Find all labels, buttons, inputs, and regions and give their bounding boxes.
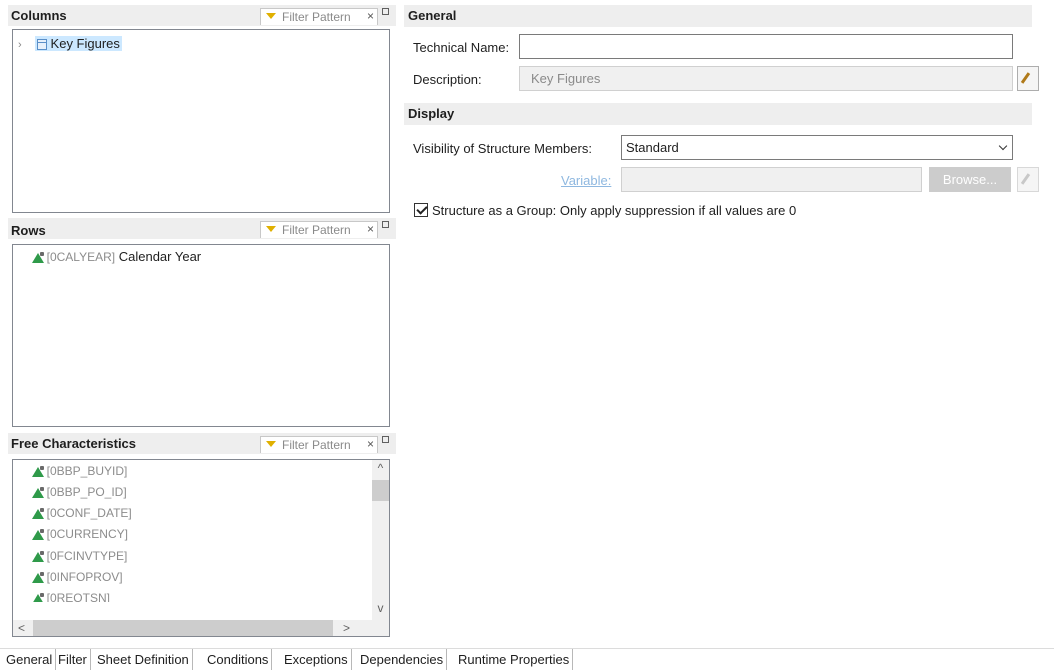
- list-item[interactable]: [0REQTSN]: [32, 588, 110, 602]
- characteristic-icon: [32, 466, 44, 478]
- free-filter-placeholder: Filter Pattern: [282, 438, 351, 452]
- rows-tree[interactable]: [0CALYEAR] Calendar Year: [12, 244, 390, 427]
- pencil-icon: [1020, 173, 1031, 185]
- structure-label-wrap: Key Figures: [34, 36, 122, 51]
- edit-description-button[interactable]: [1017, 66, 1039, 91]
- columns-filter-placeholder: Filter Pattern: [282, 10, 351, 24]
- maximize-icon[interactable]: [382, 221, 389, 228]
- rows-filter-placeholder: Filter Pattern: [282, 223, 351, 237]
- list-item[interactable]: [0CURRENCY]: [32, 524, 128, 544]
- structure-group-label[interactable]: Structure as a Group: Only apply suppres…: [432, 203, 796, 218]
- rows-header: Rows Filter Pattern ×: [8, 218, 396, 239]
- tree-item-calendar-year[interactable]: [0CALYEAR] Calendar Year: [32, 247, 201, 267]
- columns-filter-input[interactable]: Filter Pattern ×: [260, 8, 378, 25]
- list-item-code: [0FCINVTYPE]: [46, 549, 128, 563]
- characteristic-icon: [32, 593, 44, 602]
- chevron-down-icon: [998, 141, 1008, 151]
- bottom-tab-bar: General Filter Sheet Definition Conditio…: [0, 648, 1054, 670]
- description-field: Key Figures: [519, 66, 1013, 91]
- maximize-icon[interactable]: [382, 8, 389, 15]
- tab-runtime-properties[interactable]: Runtime Properties: [455, 649, 574, 670]
- funnel-icon: [266, 226, 276, 232]
- description-label: Description:: [413, 72, 482, 87]
- free-filter-input[interactable]: Filter Pattern ×: [260, 436, 378, 453]
- list-item-code: [0REQTSN]: [46, 591, 110, 602]
- variable-input: [621, 167, 922, 192]
- free-tree[interactable]: [0BBP_BUYID] [0BBP_PO_ID] [0CONF_DATE] […: [12, 459, 390, 637]
- general-title: General: [408, 8, 457, 23]
- funnel-icon: [266, 13, 276, 19]
- list-item[interactable]: [0INFOPROV]: [32, 567, 123, 587]
- pencil-icon: [1020, 72, 1031, 84]
- tree-item-code: [0CALYEAR]: [46, 250, 116, 264]
- columns-tree[interactable]: › Key Figures: [12, 29, 390, 213]
- columns-panel: Columns Filter Pattern × › Key Figures: [8, 5, 396, 213]
- characteristic-icon: [32, 572, 44, 584]
- tab-filter[interactable]: Filter: [55, 649, 91, 670]
- vertical-scrollbar[interactable]: ^ v: [372, 460, 389, 620]
- columns-header: Columns Filter Pattern ×: [8, 5, 396, 26]
- tab-conditions[interactable]: Conditions: [204, 649, 273, 670]
- tab-general[interactable]: General: [3, 649, 57, 670]
- tree-item-label: Key Figures: [50, 36, 120, 51]
- free-title: Free Characteristics: [11, 436, 137, 451]
- tree-item-key-figures[interactable]: › Key Figures: [18, 34, 122, 54]
- free-header: Free Characteristics Filter Pattern ×: [8, 433, 396, 454]
- list-item[interactable]: [0CONF_DATE]: [32, 503, 132, 523]
- edit-variable-button: [1017, 167, 1039, 192]
- columns-title: Columns: [11, 8, 67, 23]
- variable-link[interactable]: Variable:: [561, 173, 611, 188]
- tab-exceptions[interactable]: Exceptions: [281, 649, 352, 670]
- visibility-select[interactable]: Standard: [621, 135, 1013, 160]
- rows-filter-input[interactable]: Filter Pattern ×: [260, 221, 378, 238]
- visibility-selected-value: Standard: [626, 140, 679, 155]
- rows-title: Rows: [11, 223, 46, 238]
- scroll-up-icon[interactable]: ^: [372, 460, 389, 477]
- browse-button: Browse...: [929, 167, 1011, 192]
- display-section-header: Display: [404, 103, 1032, 125]
- tab-dependencies[interactable]: Dependencies: [357, 649, 448, 670]
- chevron-right-icon[interactable]: ›: [18, 39, 22, 51]
- list-item[interactable]: [0BBP_BUYID]: [32, 461, 127, 481]
- characteristic-icon: [32, 508, 44, 520]
- scrollbar-thumb[interactable]: [372, 480, 389, 501]
- rows-panel: Rows Filter Pattern × [0CALYEAR] Calenda…: [8, 218, 396, 428]
- list-item-code: [0INFOPROV]: [46, 570, 123, 584]
- list-item-code: [0BBP_PO_ID]: [46, 485, 127, 499]
- description-value: Key Figures: [531, 71, 601, 86]
- list-item[interactable]: [0FCINVTYPE]: [32, 546, 127, 566]
- scroll-down-icon[interactable]: v: [372, 600, 389, 617]
- general-section-header: General: [404, 5, 1032, 27]
- funnel-icon: [266, 441, 276, 447]
- structure-group-checkbox[interactable]: [414, 203, 428, 217]
- characteristic-icon: [32, 551, 44, 563]
- characteristic-icon: [32, 529, 44, 541]
- display-title: Display: [408, 106, 455, 121]
- list-item[interactable]: [0BBP_PO_ID]: [32, 482, 127, 502]
- list-item-code: [0CONF_DATE]: [46, 506, 132, 520]
- scroll-left-icon[interactable]: <: [13, 620, 30, 636]
- close-icon[interactable]: ×: [367, 9, 374, 23]
- tab-sheet-definition[interactable]: Sheet Definition: [94, 649, 193, 670]
- scrollbar-thumb[interactable]: [33, 620, 333, 636]
- free-characteristics-panel: Free Characteristics Filter Pattern × [0…: [8, 433, 396, 639]
- tree-item-label: Calendar Year: [118, 249, 202, 264]
- close-icon[interactable]: ×: [367, 222, 374, 236]
- visibility-label: Visibility of Structure Members:: [413, 141, 592, 156]
- maximize-icon[interactable]: [382, 436, 389, 443]
- close-icon[interactable]: ×: [367, 437, 374, 451]
- technical-name-label: Technical Name:: [413, 40, 510, 55]
- horizontal-scrollbar[interactable]: < >: [13, 620, 389, 636]
- characteristic-icon: [32, 252, 44, 264]
- technical-name-input[interactable]: [519, 34, 1013, 59]
- scroll-right-icon[interactable]: >: [338, 620, 355, 636]
- characteristic-icon: [32, 487, 44, 499]
- structure-icon: [36, 39, 47, 51]
- list-item-code: [0CURRENCY]: [46, 527, 128, 541]
- list-item-code: [0BBP_BUYID]: [46, 464, 128, 478]
